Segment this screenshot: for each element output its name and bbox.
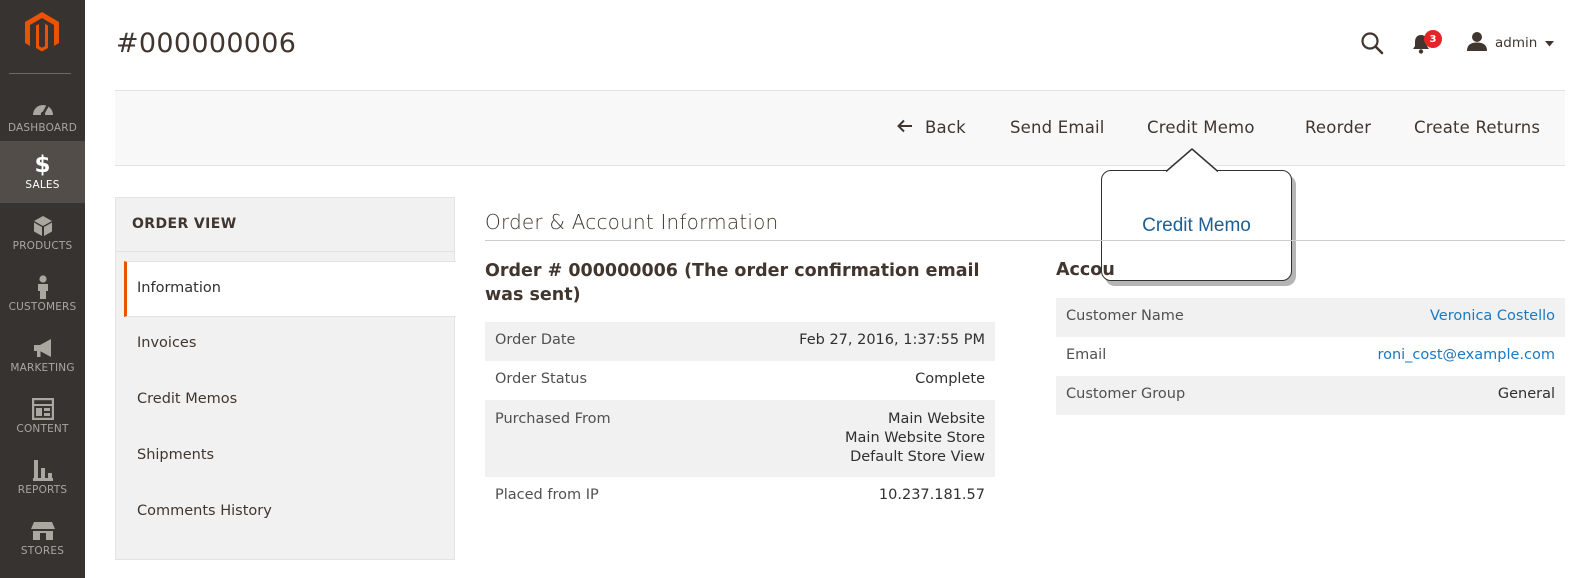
row-value: Complete (915, 371, 985, 387)
user-name: admin (1495, 35, 1538, 51)
sidebar-item-sales[interactable]: $ SALES (0, 141, 85, 203)
order-view-title: ORDER VIEW (132, 216, 237, 232)
row-label: Email (1066, 347, 1107, 363)
tooltip-text: Credit Memo (1142, 215, 1251, 236)
sidebar-item-label: MARKETING (10, 362, 75, 374)
row-label: Order Status (495, 371, 588, 387)
tooltip-pointer (1166, 148, 1218, 173)
chevron-down-icon (1545, 35, 1555, 51)
storefront-icon (0, 519, 85, 543)
magento-logo-icon[interactable] (22, 10, 62, 54)
create-returns-button[interactable]: Create Returns (1414, 118, 1540, 137)
page-actions-bar: Back Send Email Credit Memo Reorder Crea… (115, 90, 1565, 166)
sidebar-item-label: DASHBOARD (7, 122, 78, 134)
table-row: Order Date Feb 27, 2016, 1:37:55 PM (485, 322, 995, 361)
table-row: Customer Group General (1056, 376, 1565, 415)
table-row: Order Status Complete (485, 361, 995, 400)
table-row: Placed from IP 10.237.181.57 (485, 477, 995, 517)
value-line: Main Website Store (845, 430, 985, 446)
sidebar-item-reports[interactable]: REPORTS (0, 446, 85, 508)
email-link[interactable]: roni_cost@example.com (1377, 347, 1555, 366)
account-info-table: Customer Name Veronica Costello Email ro… (1056, 298, 1565, 415)
row-label: Order Date (495, 332, 576, 348)
order-heading: Order # 000000006 (The order confirmatio… (485, 261, 980, 305)
tab-shipments[interactable]: Shipments (124, 429, 456, 485)
person-icon (0, 275, 85, 299)
table-row: Purchased From Main Website Main Website… (485, 400, 995, 477)
order-view-tabs: ORDER VIEW Information Invoices Credit M… (115, 197, 456, 560)
value-line: Default Store View (850, 449, 985, 465)
value-line: Main Website (887, 411, 985, 427)
sidebar-item-label: REPORTS (17, 484, 68, 496)
tab-label: Information (137, 280, 221, 296)
credit-memo-button[interactable]: Credit Memo (1147, 118, 1255, 137)
back-button[interactable]: Back (897, 118, 966, 137)
dollar-icon: $ (34, 152, 51, 178)
search-icon[interactable] (1360, 31, 1384, 55)
credit-memo-tooltip: Credit Memo (1101, 170, 1292, 281)
user-icon (1467, 31, 1487, 55)
bar-chart-icon (0, 458, 85, 482)
divider (116, 251, 454, 252)
section-title: Order & Account Information (485, 210, 779, 234)
row-label: Purchased From (495, 411, 611, 427)
sidebar-divider (9, 73, 71, 74)
row-value: General (1497, 386, 1555, 402)
customer-name-link[interactable]: Veronica Costello (1430, 308, 1555, 327)
row-label: Customer Name (1066, 308, 1184, 324)
tab-credit-memos[interactable]: Credit Memos (124, 373, 456, 429)
sidebar-item-label: SALES (25, 179, 60, 191)
tab-comments-history[interactable]: Comments History (124, 485, 456, 541)
sidebar-item-label: CUSTOMERS (8, 301, 77, 313)
sidebar-item-content[interactable]: CONTENT (0, 385, 85, 447)
tab-label: Comments History (137, 503, 272, 519)
sidebar-item-label: PRODUCTS (12, 240, 73, 252)
sidebar-item-label: CONTENT (16, 423, 69, 435)
table-row: Customer Name Veronica Costello (1056, 298, 1565, 337)
sidebar-item-customers[interactable]: CUSTOMERS (0, 263, 85, 325)
layout-icon (0, 397, 85, 421)
row-value: Main Website Main Website Store Default … (845, 410, 985, 467)
tab-label: Invoices (137, 335, 197, 351)
reorder-button[interactable]: Reorder (1305, 118, 1371, 137)
box-icon (0, 214, 85, 238)
user-menu[interactable]: admin (1467, 31, 1555, 55)
sidebar-item-dashboard[interactable]: DASHBOARD (0, 84, 85, 146)
section-divider (485, 240, 1565, 241)
row-label: Placed from IP (495, 487, 599, 503)
tab-label: Credit Memos (137, 391, 238, 407)
tab-information[interactable]: Information (124, 261, 456, 317)
sidebar-item-products[interactable]: PRODUCTS (0, 202, 85, 264)
account-heading: Accou (1056, 260, 1115, 280)
row-label: Customer Group (1066, 386, 1186, 402)
row-value: 10.237.181.57 (878, 487, 985, 503)
notifications-badge[interactable]: 3 (1424, 30, 1442, 48)
page-title: #000000006 (116, 28, 297, 59)
admin-sidebar: DASHBOARD $ SALES PRODUCTS CUSTOMERS MAR… (0, 0, 85, 578)
megaphone-icon (0, 336, 85, 360)
arrow-left-icon (897, 118, 913, 137)
back-button-label: Back (925, 118, 966, 137)
tab-invoices[interactable]: Invoices (124, 317, 456, 373)
send-email-button[interactable]: Send Email (1010, 118, 1105, 137)
table-row: Email roni_cost@example.com (1056, 337, 1565, 376)
sidebar-item-marketing[interactable]: MARKETING (0, 324, 85, 386)
tab-label: Shipments (137, 447, 215, 463)
order-info-table: Order Date Feb 27, 2016, 1:37:55 PM Orde… (485, 322, 995, 517)
row-value: Feb 27, 2016, 1:37:55 PM (799, 332, 985, 348)
dashboard-gauge-icon (0, 96, 85, 120)
sidebar-item-stores[interactable]: STORES (0, 507, 85, 569)
sidebar-item-label: STORES (20, 545, 65, 557)
